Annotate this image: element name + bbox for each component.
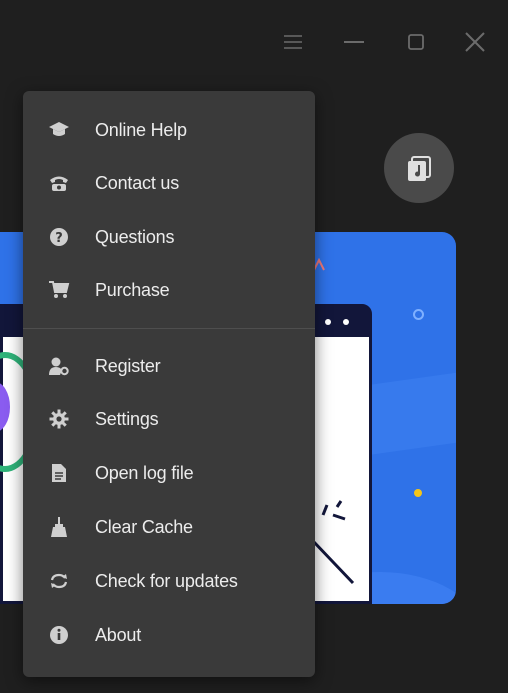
close-icon xyxy=(465,32,485,52)
music-file-button[interactable] xyxy=(384,133,454,203)
menu-item-label: About xyxy=(95,624,142,645)
menu-item-online-help[interactable]: Online Help xyxy=(23,108,315,152)
question-icon: ? xyxy=(48,226,70,248)
close-button[interactable] xyxy=(461,28,489,56)
cart-icon xyxy=(48,279,70,301)
minimize-button[interactable] xyxy=(340,28,368,56)
menu-icon xyxy=(284,35,302,49)
menu-item-label: Online Help xyxy=(95,119,187,140)
menu-item-clear-cache[interactable]: Clear Cache xyxy=(23,505,315,549)
music-file-icon xyxy=(408,156,431,181)
phone-icon xyxy=(48,172,70,194)
user-key-icon xyxy=(48,355,70,377)
maximize-icon xyxy=(408,34,424,50)
menu-item-about[interactable]: About xyxy=(23,613,315,657)
menu-item-label: Open log file xyxy=(95,462,194,483)
graduation-cap-icon xyxy=(48,119,70,141)
menu-item-label: Contact us xyxy=(95,172,180,193)
menu-item-label: Questions xyxy=(95,226,175,247)
menu-button[interactable] xyxy=(279,28,307,56)
menu-item-questions[interactable]: ? Questions xyxy=(23,215,315,259)
menu-item-label: Settings xyxy=(95,408,159,429)
menu-item-check-for-updates[interactable]: Check for updates xyxy=(23,559,315,603)
info-icon xyxy=(48,624,70,646)
menu-item-contact-us[interactable]: Contact us xyxy=(23,161,315,205)
menu-item-label: Check for updates xyxy=(95,570,238,591)
menu-item-register[interactable]: Register xyxy=(23,344,315,388)
minimize-icon xyxy=(344,41,364,43)
broom-icon xyxy=(48,516,70,538)
menu-item-label: Clear Cache xyxy=(95,516,193,537)
menu-item-label: Register xyxy=(95,355,161,376)
app-menu: Online Help Contact us ? Questions Purch… xyxy=(23,91,315,677)
menu-item-purchase[interactable]: Purchase xyxy=(23,268,315,312)
menu-item-label: Purchase xyxy=(95,279,170,300)
gear-icon xyxy=(48,408,70,430)
refresh-icon xyxy=(48,570,70,592)
yellow-dot xyxy=(414,489,422,497)
menu-separator xyxy=(23,328,315,329)
circle-decoration xyxy=(413,309,424,320)
menu-item-open-log-file[interactable]: Open log file xyxy=(23,451,315,495)
svg-text:?: ? xyxy=(55,231,63,246)
document-icon xyxy=(48,462,70,484)
maximize-button[interactable] xyxy=(402,28,430,56)
menu-item-settings[interactable]: Settings xyxy=(23,397,315,441)
